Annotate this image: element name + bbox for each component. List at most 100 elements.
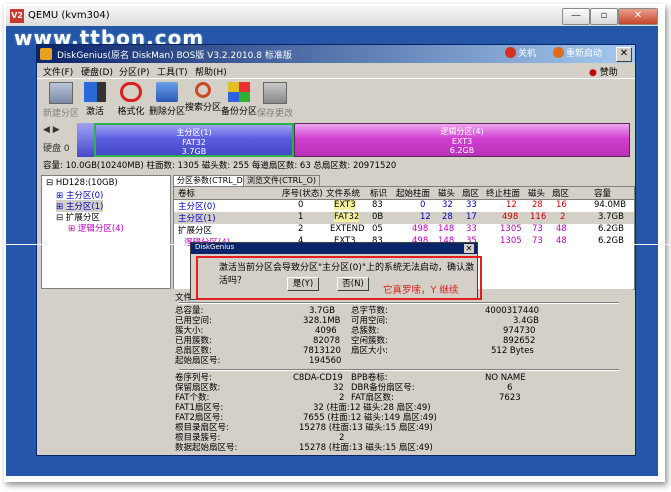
menu-tools[interactable]: 工具(T) [157, 65, 188, 78]
partition-size: 3.7GB [181, 147, 207, 156]
partition-name: 逻辑分区(4) [440, 127, 484, 136]
cell: 17 [466, 212, 477, 222]
disk-nav-arrows[interactable]: ◀ ▶ [43, 125, 60, 135]
cell: 2 [298, 224, 304, 234]
menu-help[interactable]: 帮助(H) [195, 65, 227, 78]
tab-partition-params[interactable]: 分区参数(CTRL_D) [173, 175, 250, 186]
dialog-title-bar: DiskGenius ✕ [191, 243, 477, 254]
backup-partition-button[interactable]: 备份分区 [221, 82, 257, 117]
tool-label: 保存更改 [257, 109, 294, 119]
dialog-close-button[interactable]: ✕ [464, 244, 474, 253]
cell: 1305 [500, 224, 522, 234]
partition-block-logical[interactable]: 逻辑分区(4) EXT3 6.2GB [294, 123, 630, 157]
tool-label: 搜索分区 [185, 103, 222, 113]
cell: 48 [556, 224, 567, 234]
cell: 6.2GB [598, 224, 624, 234]
delete-partition-button[interactable]: 删除分区 [149, 82, 185, 117]
partition-block-0[interactable] [77, 123, 94, 157]
qemu-title-bar: V2 QEMU (kvm304) — ▫ ✕ [6, 6, 658, 27]
menu-partition[interactable]: 分区(P) [119, 65, 149, 78]
field-label: 起始扇区号: [175, 356, 221, 366]
activate-button[interactable]: 激活 [77, 82, 113, 117]
cell: 0B [372, 212, 384, 222]
field-label: 根目录扇区号: [175, 423, 229, 433]
power-icon [505, 47, 516, 58]
col-end-head: 磁头 [528, 189, 546, 199]
partition-size: 6.2GB [449, 146, 475, 155]
menu-file[interactable]: 文件(F) [43, 65, 73, 78]
partition-name: 主分区(1) [176, 128, 212, 137]
table-row[interactable]: 扩展分区 2 EXTEND 05 498 148 33 1305 73 48 6… [174, 224, 634, 236]
tool-label: 激活 [85, 107, 104, 117]
field-label: 簇大小: [175, 326, 204, 336]
app-title: DiskGenius(原名 DiskMan) BOS版 V3.2.2010.8 … [57, 51, 292, 61]
col-fs: 文件系统 [326, 189, 361, 199]
app-title-bar: DiskGenius(原名 DiskMan) BOS版 V3.2.2010.8 … [37, 45, 635, 63]
table-row[interactable]: 主分区(0) 0 EXT3 83 0 32 33 12 28 16 94.0MB [174, 200, 634, 212]
cell: EXTEND [330, 224, 365, 234]
minimize-button[interactable]: — [562, 8, 590, 25]
maximize-button[interactable]: ▫ [590, 8, 618, 25]
field-label: 扇区大小: [351, 346, 388, 356]
cell: 83 [372, 200, 383, 210]
details-block-1: 总容量: 3.7GB 总字节数: 4000317440 已用空间: 328.1M… [173, 306, 633, 368]
field-value: 6 [507, 383, 513, 393]
field-label: FAT2扇区号: [175, 413, 224, 423]
tree-item-logical-4[interactable]: ⊞ 逻辑分区(4) [68, 222, 124, 234]
sponsor-link[interactable]: ● 赞助 [589, 65, 618, 78]
cell: 498 [412, 224, 429, 234]
disk-info-text: 容量: 10.0GB(10240MB) 柱面数: 1305 磁头数: 255 每… [43, 161, 397, 171]
cell: 94.0MB [594, 200, 627, 210]
cell: 主分区(1) [178, 214, 216, 224]
field-value: 2 [339, 393, 345, 403]
field-value: 3.7GB [309, 306, 335, 316]
field-value: 15278 (柱面:13 磁头:15 扇区:49) [299, 443, 433, 453]
cell: 116 [530, 212, 547, 222]
col-volume: 卷标 [178, 189, 196, 199]
disk-info-line: 容量: 10.0GB(10240MB) 柱面数: 1305 磁头数: 255 每… [37, 159, 635, 173]
partition-block-1[interactable]: 主分区(1) FAT32 3.7GB [94, 123, 294, 157]
tab-browse-files[interactable]: 浏览文件(CTRL_O) [243, 175, 321, 186]
field-label: 数据起始扇区号: [175, 443, 238, 453]
format-icon [120, 82, 142, 102]
field-label: 根目录簇号: [175, 433, 221, 443]
col-start-cyl: 起始柱面 [396, 189, 431, 199]
search-partition-icon [195, 82, 211, 98]
close-button[interactable]: ✕ [618, 8, 658, 25]
field-value: 974730 [503, 326, 536, 336]
field-value: 82078 [313, 336, 341, 346]
restart-label: 重新启动 [566, 49, 603, 59]
field-value: 32 (柱面:12 磁头:28 扇区:49) [313, 403, 431, 413]
menu-disk[interactable]: 硬盘(D) [81, 65, 113, 78]
tool-label: 新建分区 [43, 109, 80, 119]
cell: 32 [442, 200, 453, 210]
tree-item-label: 逻辑分区(4) [77, 224, 124, 234]
backup-partition-icon [228, 82, 250, 102]
save-changes-button[interactable]: 保存更改 [257, 82, 293, 119]
activate-icon [84, 82, 106, 102]
search-partition-button[interactable]: 搜索分区 [185, 82, 221, 113]
save-changes-icon [263, 82, 287, 104]
shutdown-button[interactable]: 关机 [505, 47, 536, 61]
tree-root-label: HD128:(10GB) [55, 178, 118, 188]
cell: 148 [438, 224, 455, 234]
qemu-logo-icon: V2 [10, 9, 24, 23]
format-button[interactable]: 格式化 [113, 82, 149, 117]
cell: 3.7GB [598, 212, 624, 222]
restart-button[interactable]: 重新启动 [553, 47, 602, 61]
new-partition-button[interactable]: 新建分区 [43, 82, 79, 119]
field-value: NO NAME [485, 373, 526, 383]
field-label: 空闲簇数: [351, 336, 388, 346]
cell: 73 [532, 224, 543, 234]
field-value: 4000317440 [485, 306, 540, 316]
tree-root[interactable]: ⊟ HD128:(10GB) [46, 178, 118, 188]
field-value: 7813120 [303, 346, 341, 356]
field-value: 194560 [309, 356, 342, 366]
app-close-button[interactable]: ✕ [616, 47, 632, 62]
field-label: 保留扇区数: [175, 383, 221, 393]
partition-details: 文件 总容量: 3.7GB 总字节数: 4000317440 已用空间: 328… [173, 289, 633, 453]
table-row-selected[interactable]: 主分区(1) 1 FAT32 0B 12 28 17 498 116 2 3.7… [174, 212, 634, 224]
separator [179, 369, 619, 371]
field-label: 总字节数: [351, 306, 388, 316]
field-value: 32 [333, 383, 344, 393]
